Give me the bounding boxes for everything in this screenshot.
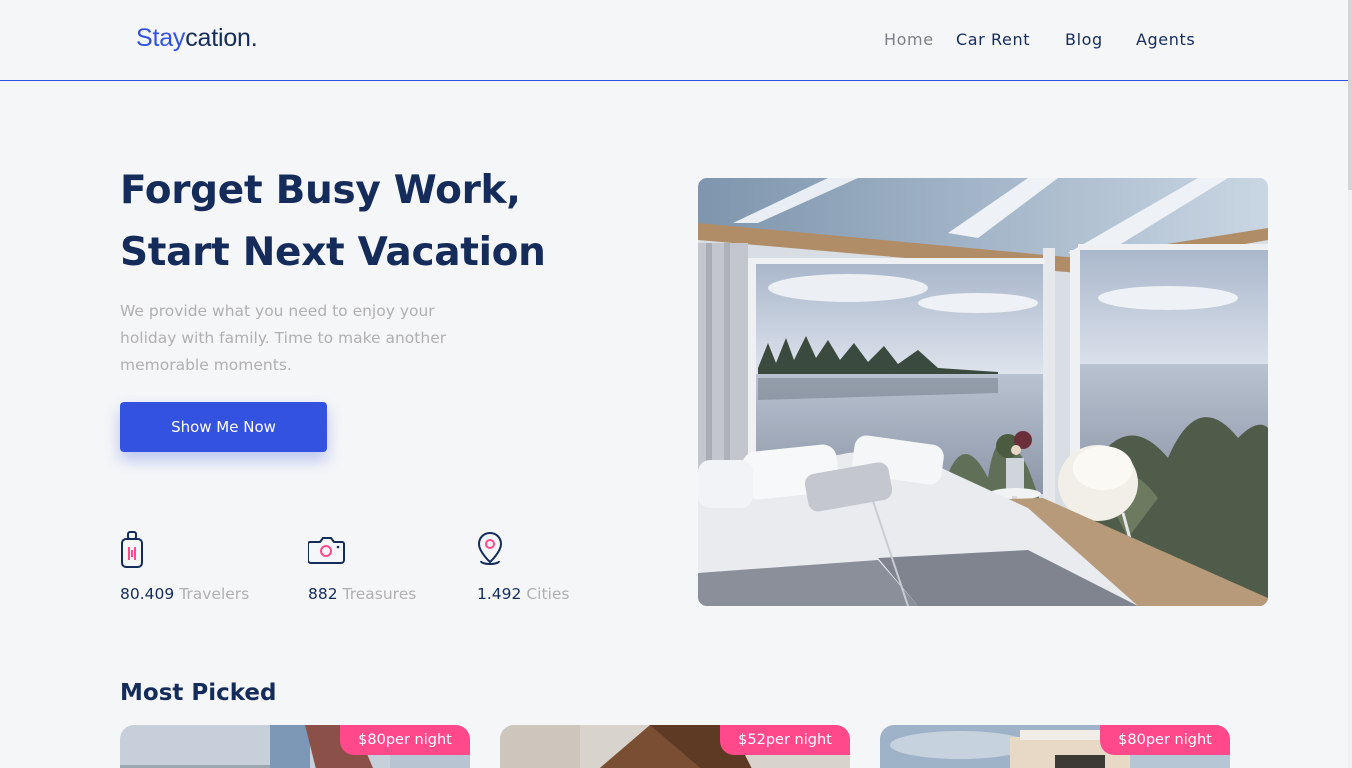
stat-cities-value: 1.492	[477, 585, 522, 603]
stat-cities-label: Cities	[526, 585, 570, 603]
property-card[interactable]: $80 per night	[880, 725, 1230, 768]
brand-logo[interactable]: Staycation.	[136, 24, 258, 53]
price-tag: $52 per night	[720, 725, 850, 755]
stat-travelers-label: Travelers	[179, 585, 250, 603]
stat-treasures-value: 882	[308, 585, 338, 603]
stat-treasures: 882 Treasures	[308, 530, 416, 603]
price-value: $52	[738, 732, 766, 748]
scrollbar-thumb[interactable]	[1348, 0, 1352, 190]
hero-image	[698, 178, 1268, 606]
most-picked-title: Most Picked	[120, 680, 277, 706]
price-value: $80	[358, 732, 386, 748]
nav-blog[interactable]: Blog	[1065, 30, 1103, 49]
show-me-now-button[interactable]: Show Me Now	[120, 402, 327, 452]
price-tag: $80 per night	[340, 725, 470, 755]
nav-car-rent[interactable]: Car Rent	[956, 30, 1030, 49]
nav-home[interactable]: Home	[884, 30, 934, 49]
stat-travelers: 80.409 Travelers	[120, 530, 249, 603]
stat-treasures-label: Treasures	[342, 585, 417, 603]
price-tag: $80 per night	[1100, 725, 1230, 755]
page-scrollbar[interactable]	[1348, 0, 1352, 768]
hero-description: We provide what you need to enjoy your h…	[120, 302, 447, 374]
brand-logo-part1: Stay	[136, 24, 186, 52]
camera-icon	[308, 537, 345, 564]
site-header: Staycation. Home Car Rent Blog Agents	[0, 0, 1348, 81]
price-unit: per night	[385, 732, 452, 748]
property-card[interactable]: $52 per night	[500, 725, 850, 768]
stat-travelers-value: 80.409	[120, 585, 175, 603]
map-pin-icon	[477, 531, 503, 565]
suitcase-icon	[121, 531, 143, 568]
nav-agents[interactable]: Agents	[1136, 30, 1195, 49]
price-unit: per night	[1145, 732, 1212, 748]
price-unit: per night	[765, 732, 832, 748]
property-card[interactable]: $80 per night	[120, 725, 470, 768]
hero-title-line1: Forget Busy Work,	[120, 168, 521, 213]
brand-logo-part2: cation.	[185, 24, 258, 52]
stat-cities: 1.492 Cities	[477, 530, 569, 603]
hero-title: Forget Busy Work, Start Next Vacation	[120, 160, 546, 284]
price-value: $80	[1118, 732, 1146, 748]
hero-title-line2: Start Next Vacation	[120, 230, 546, 275]
